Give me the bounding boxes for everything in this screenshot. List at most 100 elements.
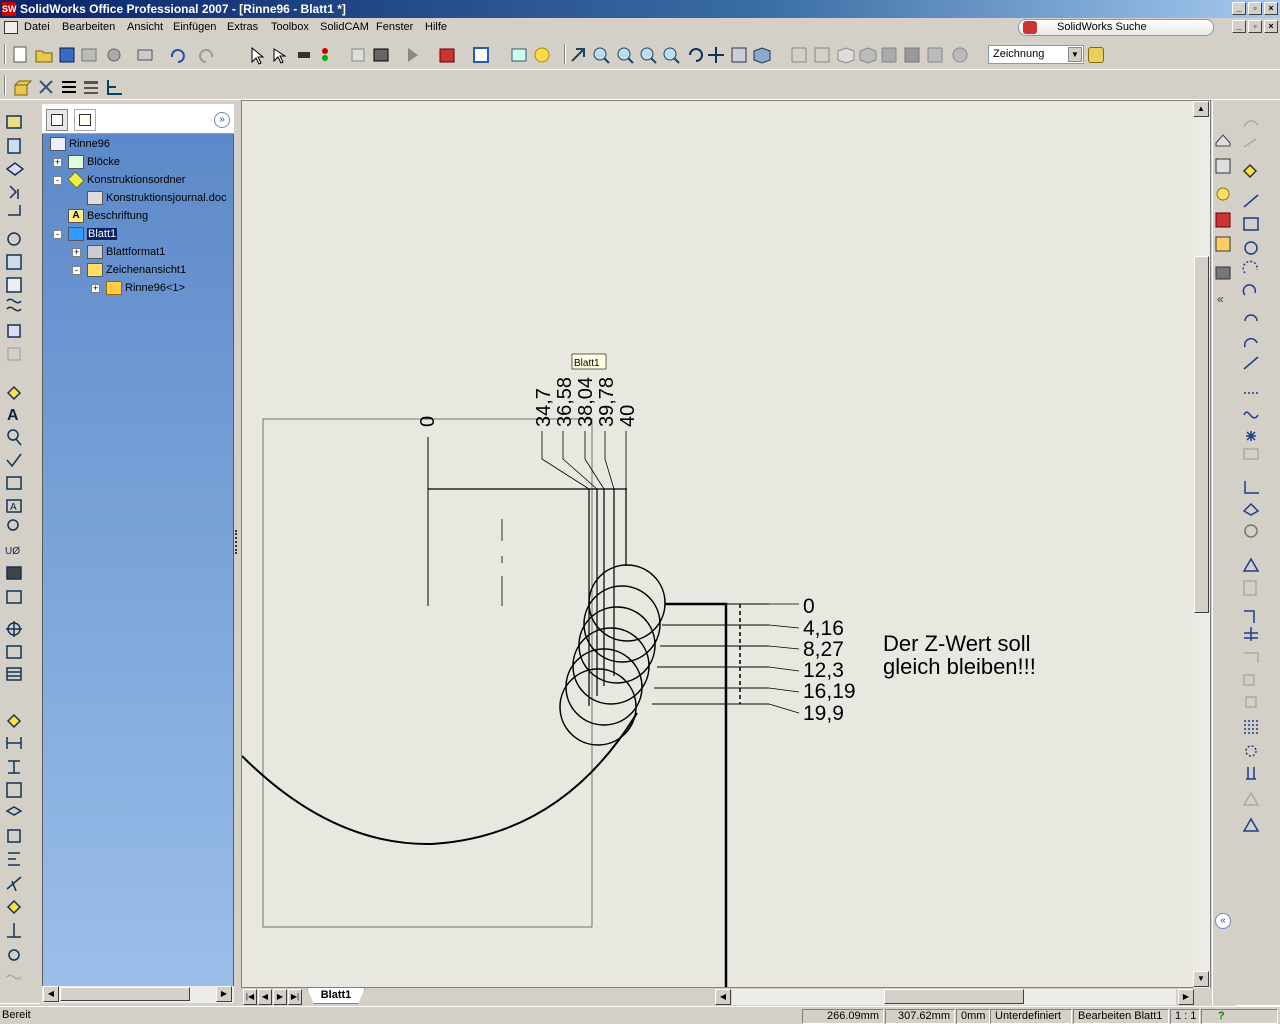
hscroll-right-icon[interactable]: ▶	[1178, 989, 1194, 1005]
menu-hilfe[interactable]: Hilfe	[425, 21, 447, 33]
tree-item-konstruktionsjournal[interactable]: Konstruktionsjournal.doc	[87, 190, 226, 206]
status-y: 307.62mm	[885, 1009, 955, 1024]
large-arc	[242, 712, 638, 846]
tab-property-manager[interactable]	[74, 109, 96, 131]
status-z: 0mm	[956, 1009, 990, 1024]
drawing-svg: Blatt1 0 34,7 36,58 38,04 39,78 40 0 4,1…	[242, 353, 1036, 987]
blocks-icon	[68, 155, 84, 170]
configuration-select-value: Zeichnung	[993, 48, 1045, 60]
right-dim-1: 0	[803, 595, 815, 618]
top-dim-4: 39,78	[596, 377, 618, 427]
menu-einfuegen[interactable]: Einfügen	[173, 21, 216, 33]
solidworks-search-box[interactable]: SolidWorks Suche	[1018, 19, 1214, 36]
menu-toolbox[interactable]: Toolbox	[271, 21, 309, 33]
hscroll-thumb[interactable]	[884, 989, 1024, 1004]
menu-extras[interactable]: Extras	[227, 21, 258, 33]
folder-icon	[67, 171, 85, 189]
property-icon	[79, 114, 91, 126]
vscroll-thumb[interactable]	[1194, 256, 1209, 613]
tree-item-rinne96-1[interactable]: Rinne96<1>	[106, 280, 185, 296]
close-button[interactable]: ×	[1264, 2, 1278, 15]
collapse-zeichenansicht1[interactable]: -	[72, 266, 81, 275]
view-toolbar-icons	[571, 47, 968, 64]
note-line-2: gleich bleiben!!!	[883, 654, 1036, 679]
first-sheet-icon[interactable]: |◀	[243, 989, 257, 1005]
doc-icon[interactable]	[4, 21, 18, 34]
last-sheet-icon[interactable]: ▶|	[288, 989, 302, 1005]
tree-item-konstruktionsordner[interactable]: Konstruktionsordner	[67, 171, 185, 189]
prev-sheet-icon[interactable]: ◀	[258, 989, 272, 1005]
hscroll-track[interactable]	[732, 989, 1176, 1005]
right-dim-6: 19,9	[803, 702, 844, 725]
tab-feature-manager[interactable]	[46, 109, 68, 131]
title-bar: SW SolidWorks Office Professional 2007 -…	[0, 0, 1280, 18]
expand-rinne96-1[interactable]: +	[91, 284, 100, 293]
tree-item-beschriftung[interactable]: A Beschriftung	[68, 208, 148, 224]
search-label: SolidWorks Suche	[1057, 21, 1147, 33]
expand-bloecke[interactable]: +	[53, 158, 62, 167]
tree-item-rinne96[interactable]: Rinne96	[50, 136, 110, 152]
svg-text:A: A	[7, 407, 19, 424]
panel-splitter[interactable]	[235, 530, 240, 554]
next-sheet-icon[interactable]: ▶	[273, 989, 287, 1005]
minimize-button[interactable]: _	[1232, 2, 1246, 15]
sheet-format-icon	[87, 245, 103, 260]
search-logo-icon	[1023, 21, 1037, 34]
feature-manager-hscroll[interactable]: ◀ ▶	[42, 986, 234, 1003]
layer-icon[interactable]	[1088, 47, 1104, 63]
tree-item-bloecke[interactable]: Blöcke	[68, 154, 120, 170]
task-pane-icons[interactable]: «	[1214, 129, 1232, 309]
status-mode: Bearbeiten Blatt1	[1073, 1009, 1169, 1024]
drawing-canvas[interactable]: Blatt1 0 34,7 36,58 38,04 39,78 40 0 4,1…	[241, 100, 1211, 988]
tree-item-blatt1[interactable]: Blatt1	[68, 226, 118, 242]
status-ready: Bereit	[2, 1009, 31, 1021]
expand-blattformat1[interactable]: +	[72, 248, 81, 257]
menu-bearbeiten[interactable]: Bearbeiten	[62, 21, 115, 33]
doc-minimize-button[interactable]: _	[1232, 20, 1246, 33]
tree-item-zeichenansicht1[interactable]: Zeichenansicht1	[87, 262, 186, 278]
standard-toolbar-icons	[13, 46, 550, 65]
expand-panel-icon[interactable]: »	[214, 112, 230, 128]
collapse-konstruktionsordner[interactable]: -	[53, 176, 62, 185]
top-dim-1: 34,7	[533, 388, 555, 427]
menu-datei[interactable]: Datei	[24, 21, 50, 33]
menu-fenster[interactable]: Fenster	[376, 21, 413, 33]
help-icon[interactable]: ?	[1201, 1009, 1278, 1024]
right-dim-3: 8,27	[803, 638, 844, 661]
tree-item-blattformat1[interactable]: Blattformat1	[87, 244, 165, 260]
status-scale[interactable]: 1 : 1	[1170, 1009, 1200, 1024]
document-icon	[87, 191, 103, 206]
menu-ansicht[interactable]: Ansicht	[127, 21, 163, 33]
format-toolbar-icons	[14, 80, 122, 96]
app-icon[interactable]: SW	[2, 2, 17, 16]
maximize-button[interactable]: ▫	[1248, 2, 1262, 15]
sheet-tab-blatt1[interactable]: Blatt1	[307, 988, 365, 1004]
scroll-right-icon[interactable]: ▶	[216, 986, 232, 1002]
feature-manager-tabs: »	[42, 104, 234, 134]
status-definition: Unterdefiniert	[990, 1009, 1072, 1024]
expand-task-pane-icon[interactable]: «	[1215, 913, 1231, 929]
scroll-thumb[interactable]	[60, 987, 190, 1001]
doc-restore-button[interactable]: ▫	[1248, 20, 1262, 33]
right-dim-5: 16,19	[803, 680, 856, 703]
scroll-down-icon[interactable]: ▼	[1193, 971, 1209, 987]
standard-toolbar: Zeichnung ▼	[0, 40, 1280, 70]
scroll-left-icon[interactable]: ◀	[43, 986, 59, 1002]
menu-solidcam[interactable]: SolidCAM	[320, 21, 369, 33]
top-dim-zero: 0	[417, 416, 439, 427]
hscroll-left-icon[interactable]: ◀	[715, 989, 731, 1005]
canvas-vscroll[interactable]: ▲ ▼	[1193, 101, 1210, 988]
status-bar: Bereit 266.09mm 307.62mm 0mm Unterdefini…	[0, 1006, 1280, 1024]
sheet-tab-bar: |◀ ◀ ▶ ▶| Blatt1 ◀ ▶	[241, 988, 1211, 1005]
part-icon	[106, 281, 122, 296]
configuration-select[interactable]: Zeichnung ▼	[988, 45, 1084, 64]
collapse-blatt1[interactable]: -	[53, 230, 62, 239]
scroll-up-icon[interactable]: ▲	[1193, 101, 1209, 117]
sketch-tool-icons[interactable]	[1240, 111, 1276, 871]
doc-close-button[interactable]: ×	[1264, 20, 1278, 33]
left-tool-icons[interactable]: A A UØ	[4, 111, 38, 1001]
top-dim-5: 40	[617, 405, 639, 427]
right-dim-4: 12,3	[803, 659, 844, 682]
left-command-toolbar: A A UØ	[0, 101, 40, 1004]
chevron-down-icon[interactable]: ▼	[1068, 47, 1082, 62]
